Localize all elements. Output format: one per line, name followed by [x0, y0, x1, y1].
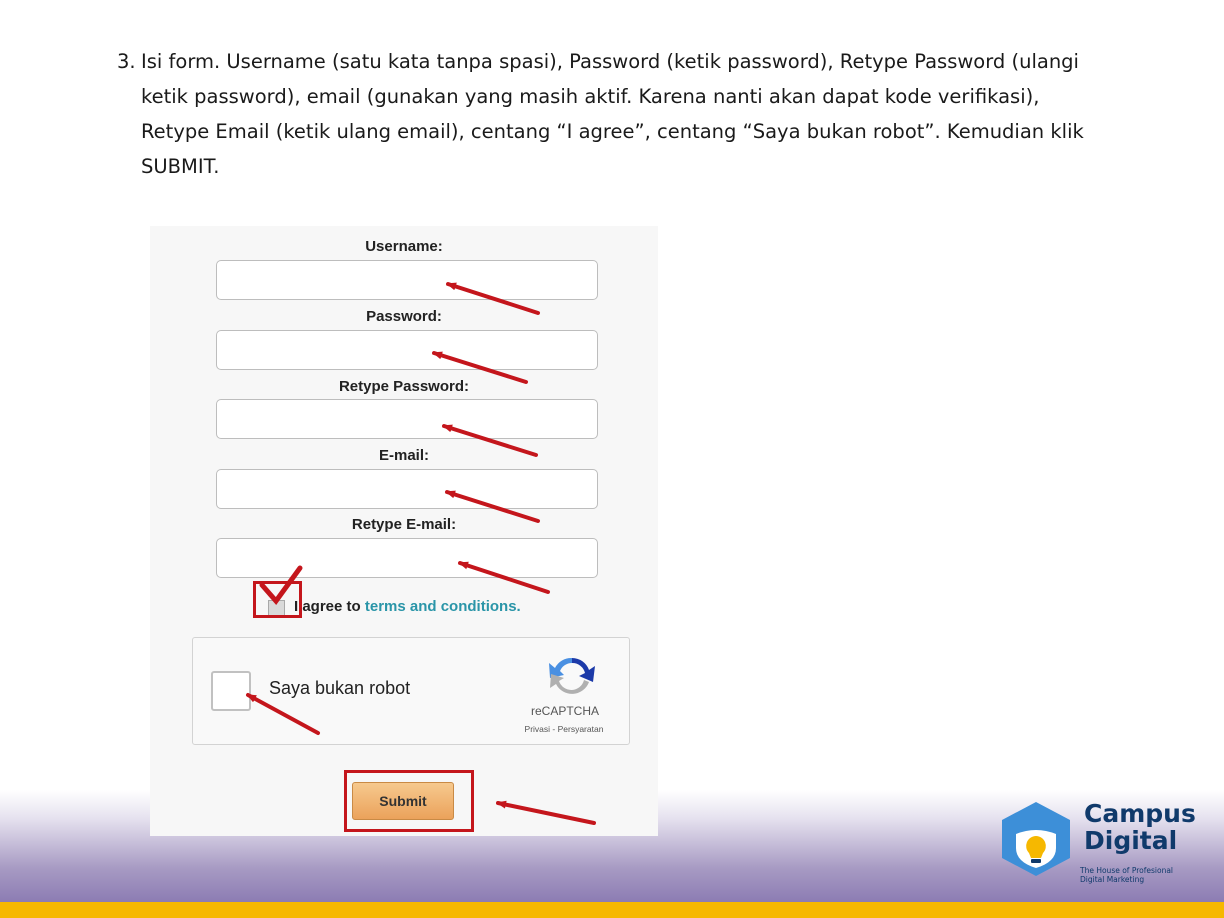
recaptcha-links[interactable]: Privasi - Persyaratan [499, 724, 629, 734]
logo-name-line2: Digital [1084, 826, 1178, 855]
instruction-number: 3. [117, 50, 136, 73]
lightbulb-hexagon-icon [1002, 802, 1070, 876]
email-input[interactable] [216, 469, 598, 509]
instruction-paragraph: 3. Isi form. Username (satu kata tanpa s… [117, 44, 1097, 184]
registration-form-screenshot: Username: Password: Retype Password: E-m… [150, 226, 658, 836]
instruction-text: Isi form. Username (satu kata tanpa spas… [141, 50, 1084, 178]
retype-password-label: Retype Password: [338, 378, 470, 395]
submit-highlight-box [344, 770, 474, 832]
agree-text: I agree to terms and conditions. [294, 598, 521, 615]
agree-label: I agree to [294, 598, 361, 615]
email-label: E-mail: [378, 447, 429, 464]
logo-name-line1: Campus [1084, 799, 1196, 828]
password-label: Password: [366, 308, 442, 325]
logo-tagline: The House of Profesional Digital Marketi… [1080, 866, 1173, 884]
agree-highlight-box [253, 581, 302, 618]
logo-wordmark: Campus Digital [1084, 800, 1196, 854]
campus-digital-logo: Campus Digital The House of Profesional … [1000, 798, 1200, 898]
retype-email-label: Retype E-mail: [351, 516, 457, 533]
password-input[interactable] [216, 330, 598, 370]
retype-password-input[interactable] [216, 399, 598, 439]
retype-email-input[interactable] [216, 538, 598, 578]
logo-tagline-line2: Digital Marketing [1080, 875, 1145, 884]
recaptcha-label: Saya bukan robot [269, 678, 411, 698]
yellow-accent-bar [0, 902, 1224, 918]
username-input[interactable] [216, 260, 598, 300]
terms-link[interactable]: terms and conditions. [365, 598, 521, 615]
recaptcha-checkbox[interactable] [211, 671, 251, 711]
recaptcha-logo-icon [549, 657, 595, 694]
username-label: Username: [365, 238, 443, 255]
recaptcha-widget: Saya bukan robot reCAPTCHA Privasi - Per… [192, 637, 630, 745]
recaptcha-brand: reCAPTCHA [530, 704, 599, 718]
logo-tagline-line1: The House of Profesional [1080, 866, 1173, 875]
